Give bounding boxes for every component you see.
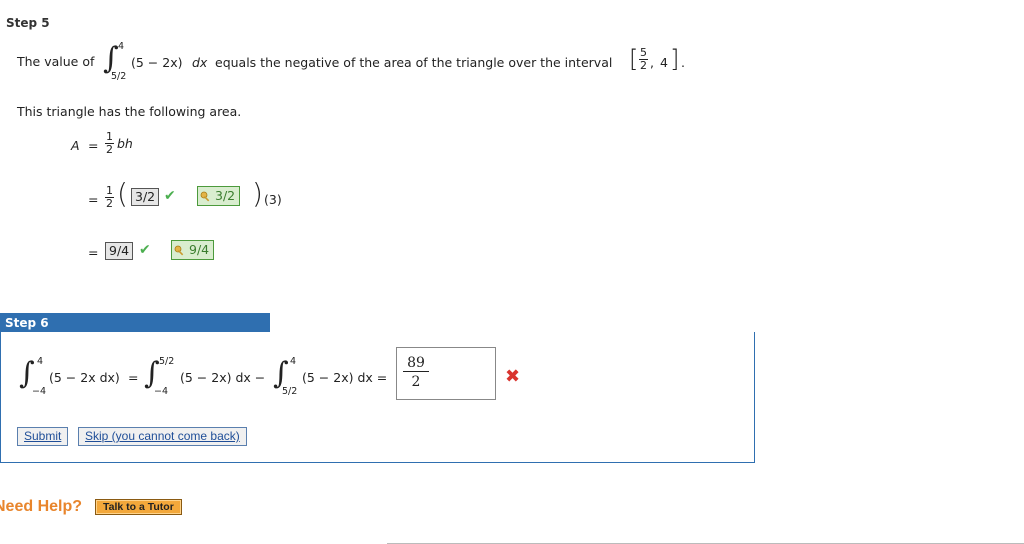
int2-body: (5 − 2x) dx − bbox=[180, 370, 266, 385]
area-sentence: This triangle has the following area. bbox=[17, 104, 242, 119]
answer-numerator: 89 bbox=[403, 355, 429, 372]
skip-button[interactable]: Skip (you cannot come back) bbox=[78, 427, 247, 446]
int3-upper: 4 bbox=[290, 356, 297, 367]
integral-sign: ∫ bbox=[144, 356, 160, 391]
answer-denominator: 2 bbox=[411, 374, 421, 390]
line2-factor: (3) bbox=[264, 192, 282, 207]
step6-equals: = bbox=[128, 370, 139, 385]
line2-key-answer: 3/2 bbox=[197, 186, 241, 206]
talk-to-tutor-button[interactable]: Talk to a Tutor bbox=[95, 499, 182, 515]
int3-lower: 5/2 bbox=[282, 386, 298, 397]
step6-answer-input[interactable]: 89 2 bbox=[396, 347, 496, 400]
formula-equals: = bbox=[88, 138, 99, 153]
differential: dx bbox=[192, 55, 208, 70]
half-fraction: 1 2 bbox=[105, 130, 114, 156]
x-mark-icon: ✖ bbox=[505, 366, 521, 387]
integral-sign: ∫ bbox=[19, 356, 35, 391]
interval-right: 4 bbox=[660, 55, 668, 70]
int1-body: (5 − 2x dx) bbox=[49, 370, 120, 385]
interval-left-bracket: [ bbox=[629, 45, 639, 73]
check-icon: ✔ bbox=[164, 188, 176, 204]
integrand: (5 − 2x) bbox=[131, 55, 183, 70]
interval-right-bracket: ] bbox=[670, 45, 680, 73]
line2-answer-field: 3/2 bbox=[131, 188, 160, 206]
step5-sentence-mid: equals the negative of the area of the t… bbox=[215, 55, 613, 70]
check-icon: ✔ bbox=[139, 242, 151, 258]
integral-sign: ∫ bbox=[103, 41, 119, 76]
int2-lower: −4 bbox=[154, 386, 169, 397]
key-icon bbox=[200, 190, 212, 202]
key-icon bbox=[174, 244, 186, 256]
int2-upper: 5/2 bbox=[159, 356, 175, 367]
interval-fraction: 5 2 bbox=[639, 46, 648, 72]
line2-half-fraction: 1 2 bbox=[105, 184, 114, 210]
need-help-label: Need Help? bbox=[0, 498, 83, 515]
period: . bbox=[681, 55, 685, 70]
step5-sentence-pre: The value of bbox=[17, 54, 95, 69]
int1-upper: 4 bbox=[37, 356, 44, 367]
int-lower-limit: 5/2 bbox=[111, 71, 127, 82]
int3-body: (5 − 2x) dx = bbox=[302, 370, 388, 385]
formula-lhs: A bbox=[71, 138, 80, 153]
step6-title-bar: Step 6 bbox=[0, 313, 270, 332]
line3-equals: = bbox=[88, 245, 99, 260]
line3-key-answer: 9/4 bbox=[171, 240, 215, 260]
line2-equals: = bbox=[88, 192, 99, 207]
submit-button[interactable]: Submit bbox=[17, 427, 69, 446]
integral-sign: ∫ bbox=[273, 356, 289, 391]
line3-answer-field: 9/4 bbox=[105, 242, 134, 260]
int-upper-limit: 4 bbox=[118, 41, 125, 52]
int1-lower: −4 bbox=[32, 386, 47, 397]
step5-title: Step 5 bbox=[6, 16, 50, 30]
formula-bh: bh bbox=[117, 136, 133, 151]
